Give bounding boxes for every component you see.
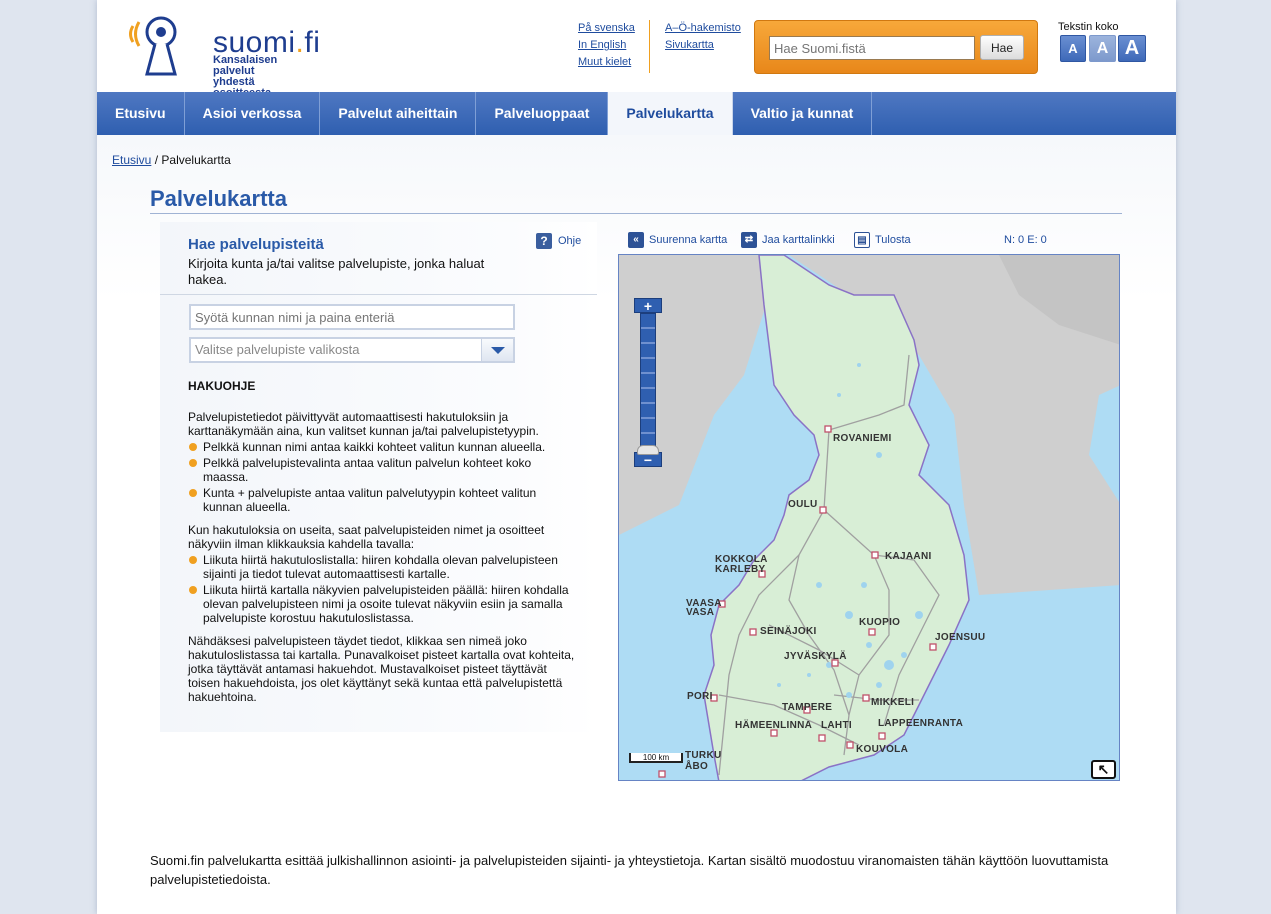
breadcrumb-home-link[interactable]: Etusivu (112, 153, 151, 167)
list-item: Kunta + palvelupiste antaa valitun palve… (188, 486, 576, 514)
title-divider (150, 213, 1122, 214)
logo-keyhole-icon (129, 16, 177, 76)
finland-map-graphic (619, 255, 1119, 780)
city-label: PORI (687, 691, 713, 702)
search-instructions: HAKUOHJE Palvelupistetiedot päivittyvät … (188, 379, 576, 706)
nav-item-palvelukartta[interactable]: Palvelukartta (608, 92, 733, 135)
instructions-paragraph: Palvelupistetiedot päivittyvät automaatt… (188, 410, 539, 438)
search-panel: Hae palvelupisteitä ? Ohje Kirjoita kunt… (160, 222, 597, 732)
page-description: Suomi.fin palvelukartta esittää julkisha… (150, 853, 1109, 887)
city-label: ROVANIEMI (833, 433, 892, 444)
service-map[interactable]: ROVANIEMI OULU KAJAANI KOKKOLA KARLEBY V… (618, 254, 1120, 781)
panel-heading: Hae palvelupisteitä (188, 236, 324, 253)
city-label: LAHTI (821, 720, 852, 731)
help-label: Ohje (558, 235, 582, 247)
share-link-icon: ⇄ (741, 232, 757, 248)
nav-item-palvelut-aiheittain[interactable]: Palvelut aiheittain (320, 92, 477, 135)
page: suomi.fi Kansalaisen palvelut yhdestä os… (97, 0, 1176, 914)
city-label: VASA (686, 607, 715, 618)
text-size-label: Tekstin koko (1058, 21, 1119, 33)
link-other-languages[interactable]: Muut kielet (578, 54, 635, 71)
breadcrumb-current: Palvelukartta (161, 153, 231, 167)
language-links: På svenska In English Muut kielet (578, 20, 635, 71)
chevron-down-icon[interactable] (481, 339, 513, 361)
zoom-control: + − (634, 298, 662, 468)
breadcrumb-separator: / (154, 153, 159, 167)
zoom-slider[interactable] (637, 313, 659, 455)
nav-item-palveluoppaat[interactable]: Palveluoppaat (476, 92, 609, 135)
printer-icon: ▤ (854, 232, 870, 248)
site-search-input[interactable] (769, 36, 975, 60)
instructions-paragraph: Kun hakutuloksia on useita, saat palvelu… (188, 523, 545, 551)
list-item: Pelkkä kunnan nimi antaa kaikki kohteet … (188, 440, 576, 454)
enlarge-map-button[interactable]: « Suurenna kartta (628, 232, 727, 248)
main-nav: Etusivu Asioi verkossa Palvelut aiheitta… (97, 92, 1176, 135)
city-label: ÅBO (685, 761, 709, 772)
search-button[interactable]: Hae (980, 35, 1024, 60)
map-scale-bar: 100 km (629, 753, 683, 763)
print-button[interactable]: ▤ Tulosta (854, 232, 911, 248)
service-point-select[interactable]: Valitse palvelupiste valikosta (189, 337, 515, 363)
city-label: TAMPERE (782, 702, 833, 713)
link-swedish[interactable]: På svenska (578, 20, 635, 37)
city-label: OULU (788, 499, 818, 510)
share-map-link-button[interactable]: ⇄ Jaa karttalinkki (741, 232, 835, 248)
municipality-input[interactable] (189, 304, 515, 330)
list-item: Liikuta hiirtä hakutuloslistalla: hiiren… (188, 553, 576, 581)
city-label: TURKU (685, 750, 722, 761)
city-label: KAJAANI (885, 551, 932, 562)
list-item: Liikuta hiirtä kartalla näkyvien palvelu… (188, 583, 576, 625)
service-point-select-placeholder: Valitse palvelupiste valikosta (195, 342, 360, 357)
print-label: Tulosta (875, 234, 911, 246)
share-map-link-label: Jaa karttalinkki (762, 234, 835, 246)
link-a-to-o-index[interactable]: A–Ö-hakemisto (665, 20, 741, 37)
instructions-paragraph: Nähdäksesi palvelupisteen täydet tiedot,… (188, 634, 575, 704)
text-size-small-button[interactable]: A (1060, 35, 1086, 62)
city-label: MIKKELI (871, 697, 915, 708)
utility-links: A–Ö-hakemisto Sivukartta (665, 20, 741, 54)
city-label: KARLEBY (715, 564, 766, 575)
city-label: JOENSUU (935, 632, 986, 643)
nav-item-asioi-verkossa[interactable]: Asioi verkossa (185, 92, 321, 135)
nav-item-valtio-ja-kunnat[interactable]: Valtio ja kunnat (733, 92, 873, 135)
zoom-slider-handle[interactable] (637, 445, 659, 455)
city-label: KOUVOLA (856, 744, 909, 755)
map-coordinates: N: 0 E: 0 (1004, 234, 1047, 246)
instructions-title: HAKUOHJE (188, 379, 256, 393)
page-title: Palvelukartta (150, 186, 287, 211)
text-size-large-button[interactable]: A (1118, 35, 1146, 62)
city-label: JYVÄSKYLÄ (784, 651, 847, 662)
panel-divider (160, 294, 597, 295)
list-item: Pelkkä palvelupistevalinta antaa valitun… (188, 456, 576, 484)
header-divider (649, 20, 650, 73)
site-search: Hae (754, 20, 1038, 74)
panel-intro: Kirjoita kunta ja/tai valitse palvelupis… (188, 256, 485, 287)
help-link[interactable]: ? Ohje (536, 233, 581, 249)
city-label: KUOPIO (859, 617, 901, 628)
enlarge-map-label: Suurenna kartta (649, 234, 728, 246)
expand-arrow-icon[interactable]: ↖ (1091, 760, 1116, 779)
site-logo[interactable]: suomi.fi Kansalaisen palvelut yhdestä os… (125, 12, 320, 99)
link-english[interactable]: In English (578, 37, 635, 54)
city-label: LAPPEENRANTA (878, 718, 964, 729)
link-sitemap[interactable]: Sivukartta (665, 37, 741, 54)
help-icon: ? (536, 233, 552, 249)
instructions-list: Liikuta hiirtä hakutuloslistalla: hiiren… (188, 553, 576, 625)
instructions-list: Pelkkä kunnan nimi antaa kaikki kohteet … (188, 440, 576, 514)
breadcrumb: Etusivu / Palvelukartta (112, 153, 231, 167)
nav-item-etusivu[interactable]: Etusivu (97, 92, 185, 135)
double-chevron-left-icon: « (628, 232, 644, 248)
zoom-in-button[interactable]: + (634, 298, 662, 314)
city-label: SEINÄJOKI (760, 626, 817, 637)
city-label: HÄMEENLINNA (735, 720, 813, 731)
text-size-medium-button[interactable]: A (1089, 35, 1116, 62)
